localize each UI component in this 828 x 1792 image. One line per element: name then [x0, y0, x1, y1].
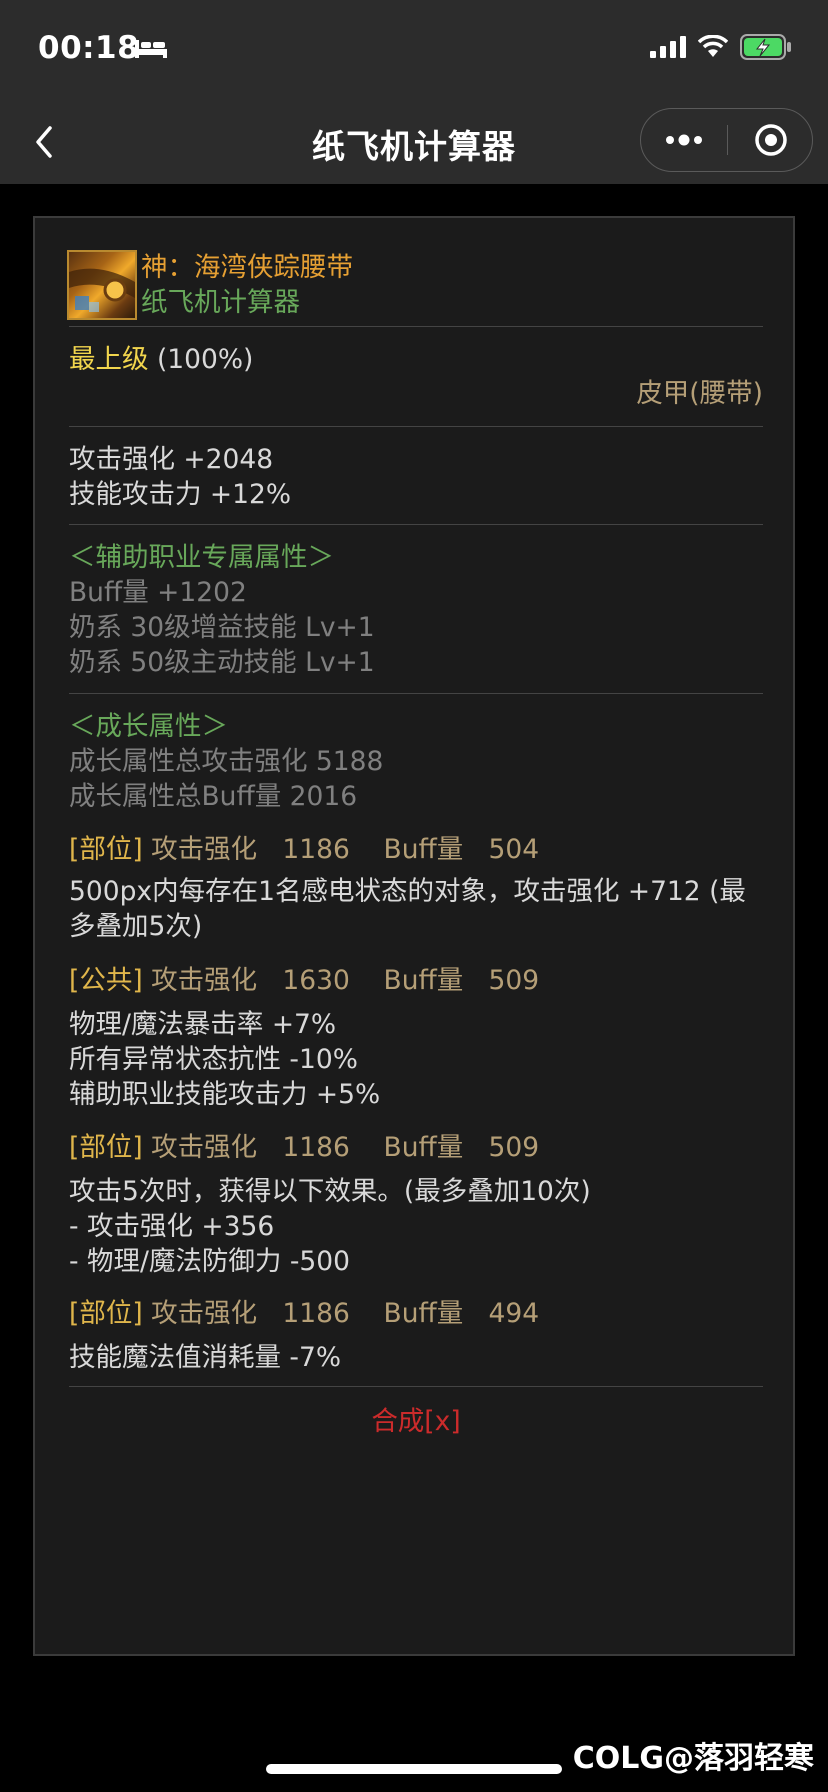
- more-icon: [666, 134, 702, 146]
- belt-icon: [69, 268, 135, 312]
- signal-icon: [650, 36, 686, 58]
- item-source: 纸飞机计算器: [141, 287, 300, 318]
- status-icons: [650, 34, 792, 60]
- growth-option-header: [部位] 攻击强化 1186 Buff量 509: [69, 1128, 763, 1168]
- divider: [69, 1386, 763, 1387]
- option-effect: 物理/魔法暴击率 +7%: [69, 1009, 337, 1040]
- item-tooltip-card: 神：海湾侠踪腰带 纸飞机计算器 最上级 (100%) 皮甲(腰带) 攻击强化 +…: [33, 216, 795, 1656]
- growth-option-header: [部位] 攻击强化 1186 Buff量 494: [69, 1294, 763, 1334]
- synth-link[interactable]: 合成[x]: [69, 1402, 763, 1442]
- support-section-title: ＜辅助职业专属属性＞: [69, 542, 334, 573]
- mini-program-capsule: [640, 108, 813, 172]
- growth-total: 成长属性总攻击强化 5188: [69, 746, 384, 777]
- option-effect: 攻击5次时，获得以下效果。(最多叠加10次): [69, 1176, 591, 1207]
- option-effect: 500px内每存在1名感电状态的对象，攻击强化 +712 (最多叠加5次): [69, 876, 746, 942]
- growth-section-title: ＜成长属性＞: [69, 711, 228, 742]
- status-bar: 00:18: [0, 0, 828, 100]
- option-stats: 攻击强化 1186 Buff量 509: [151, 1132, 540, 1163]
- divider: [69, 426, 763, 427]
- grade-value: (100%): [156, 344, 254, 375]
- growth-option-header: [公共] 攻击强化 1630 Buff量 509: [69, 961, 763, 1001]
- status-time: 00:18: [38, 30, 140, 66]
- nav-bar: 纸飞机计算器: [0, 100, 828, 184]
- divider: [69, 326, 763, 327]
- option-tag: [部位]: [69, 1298, 143, 1329]
- item-icon: [67, 250, 137, 320]
- divider: [69, 693, 763, 694]
- option-stats: 攻击强化 1186 Buff量 504: [151, 834, 540, 865]
- option-effect: 技能魔法值消耗量 -7%: [69, 1342, 342, 1373]
- support-stat: Buff量 +1202: [69, 577, 247, 608]
- grade-label: 最上级: [69, 344, 149, 375]
- battery-charging-icon: [740, 34, 791, 60]
- option-effect: 辅助职业技能攻击力 +5%: [69, 1079, 381, 1110]
- wifi-icon: [698, 35, 728, 57]
- option-effect: - 物理/魔法防御力 -500: [69, 1246, 350, 1277]
- option-tag: [部位]: [69, 1132, 143, 1163]
- growth-total: 成长属性总Buff量 2016: [69, 781, 358, 812]
- option-effect: 所有异常状态抗性 -10%: [69, 1044, 358, 1075]
- option-stats: 攻击强化 1630 Buff量 509: [151, 965, 540, 996]
- watermark: COLG@落羽轻寒: [572, 1741, 814, 1776]
- option-tag: [部位]: [69, 834, 143, 865]
- option-stats: 攻击强化 1186 Buff量 494: [151, 1298, 540, 1329]
- home-indicator[interactable]: [266, 1764, 562, 1774]
- sleep-mode-icon: [135, 40, 167, 58]
- target-icon: [754, 124, 787, 156]
- option-tag: [公共]: [69, 965, 143, 996]
- base-stat: 攻击强化 +2048: [69, 444, 274, 475]
- divider: [69, 524, 763, 525]
- option-effect: - 攻击强化 +356: [69, 1211, 275, 1242]
- growth-option-header: [部位] 攻击强化 1186 Buff量 504: [69, 830, 763, 870]
- close-button[interactable]: [728, 109, 813, 171]
- support-stat: 奶系 30级增益技能 Lv+1: [69, 612, 375, 643]
- item-type: 皮甲(腰带): [636, 378, 763, 409]
- item-name: 神：海湾侠踪腰带: [141, 252, 353, 283]
- base-stat: 技能攻击力 +12%: [69, 479, 292, 510]
- support-stat: 奶系 50级主动技能 Lv+1: [69, 647, 375, 678]
- more-button[interactable]: [641, 109, 727, 171]
